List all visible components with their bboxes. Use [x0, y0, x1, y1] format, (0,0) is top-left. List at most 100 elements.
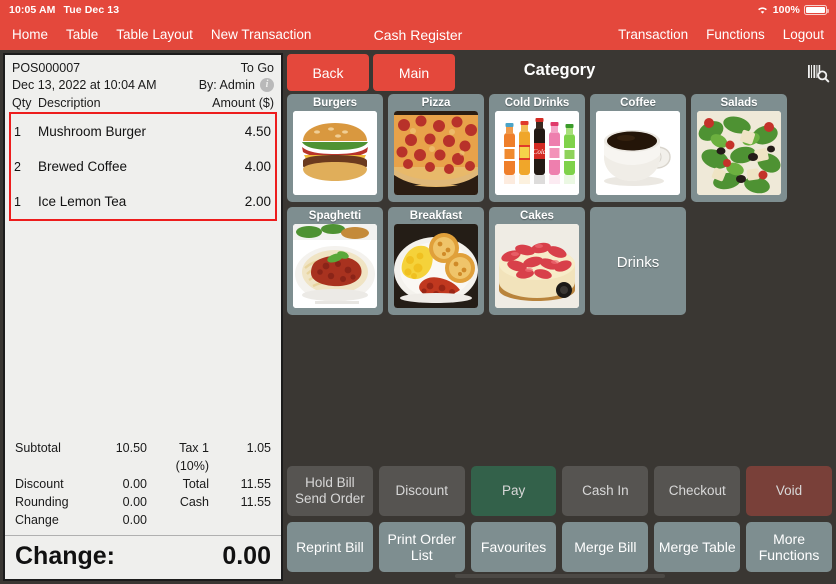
main-button[interactable]: Main: [373, 54, 455, 91]
order-id: POS000007: [12, 61, 81, 75]
item-amount: 4.00: [244, 159, 271, 174]
cold-drinks-image: Cola: [495, 111, 579, 195]
ios-status-bar: 10:05 AM Tue Dec 13 100%: [0, 0, 836, 19]
category-tile-drinks[interactable]: Drinks: [590, 207, 686, 315]
cash-in-button[interactable]: Cash In: [562, 466, 649, 516]
merge-table-button[interactable]: Merge Table: [654, 522, 741, 572]
category-tile-burgers[interactable]: Burgers: [287, 94, 383, 202]
category-tile-pizza[interactable]: Pizza: [388, 94, 484, 202]
totals-label-rounding: Rounding: [15, 495, 69, 509]
item-qty: 1: [14, 124, 21, 139]
tile-label: Breakfast: [409, 210, 463, 222]
pay-button[interactable]: Pay: [470, 466, 557, 516]
totals-label-subtotal: Subtotal: [15, 441, 61, 455]
nav-functions[interactable]: Functions: [706, 27, 765, 42]
totals-value-total: 11.55: [240, 477, 271, 491]
totals-value-change: 0.00: [122, 513, 147, 527]
receipt-header-row-order: POS000007 To Go: [12, 60, 274, 76]
change-label: Change:: [15, 542, 115, 570]
receipt-item-row[interactable]: 1 Ice Lemon Tea 2.00: [11, 184, 275, 219]
barcode-search-icon[interactable]: [806, 61, 830, 85]
totals-value-cash: 11.55: [240, 495, 271, 509]
item-description: Mushroom Burger: [38, 124, 147, 139]
more-functions-button[interactable]: More Functions: [746, 522, 832, 572]
receipt-panel: POS000007 To Go Dec 13, 2022 at 10:04 AM…: [3, 53, 283, 581]
col-header-description: Description: [38, 96, 101, 110]
totals-value-tax: 1.05: [246, 441, 271, 455]
status-time: 10:05 AM: [9, 3, 56, 16]
reprint-bill-button[interactable]: Reprint Bill: [287, 522, 373, 572]
tile-label: Coffee: [620, 97, 656, 109]
wifi-icon: [756, 5, 769, 15]
change-value: 0.00: [222, 542, 271, 570]
status-date: Tue Dec 13: [63, 3, 120, 16]
category-tile-cakes[interactable]: Cakes: [489, 207, 585, 315]
category-tile-cold-drinks[interactable]: Cold Drinks Cola: [489, 94, 585, 202]
print-order-list-button[interactable]: Print Order List: [378, 522, 465, 572]
hold-bill-send-order-button[interactable]: Hold Bill Send Order: [287, 466, 373, 516]
totals-label-total: Total: [182, 477, 209, 491]
totals-value-discount: 0.00: [122, 477, 147, 491]
info-icon[interactable]: i: [260, 78, 274, 92]
totals-label-discount: Discount: [15, 477, 64, 491]
receipt-item-row[interactable]: 1 Mushroom Burger 4.50: [11, 114, 275, 149]
checkout-button[interactable]: Checkout: [654, 466, 741, 516]
main-body: POS000007 To Go Dec 13, 2022 at 10:04 AM…: [0, 50, 836, 584]
receipt-totals: Subtotal 10.50 Tax 1 (10%) 1.05 Discount…: [5, 435, 281, 531]
order-datetime: Dec 13, 2022 at 10:04 AM: [12, 78, 157, 92]
category-tile-salads[interactable]: Salads: [691, 94, 787, 202]
category-header: Back Main Category: [283, 50, 836, 92]
salad-image: [697, 111, 781, 195]
category-panel: Back Main Category Burgers Pizza Cold Dr…: [283, 50, 836, 584]
spaghetti-image: [293, 224, 377, 308]
favourites-button[interactable]: Favourites: [470, 522, 557, 572]
tile-label: Pizza: [421, 97, 451, 109]
receipt-header: POS000007 To Go Dec 13, 2022 at 10:04 AM…: [5, 55, 281, 95]
battery-full-icon: [804, 4, 829, 15]
order-type: To Go: [240, 61, 274, 75]
col-header-amount: Amount ($): [212, 96, 274, 110]
category-tile-coffee[interactable]: Coffee: [590, 94, 686, 202]
tile-label: Spaghetti: [308, 210, 362, 222]
breakfast-image: [394, 224, 478, 308]
discount-button[interactable]: Discount: [378, 466, 465, 516]
coffee-cup-image: [596, 111, 680, 195]
app-navbar: Home Table Table Layout New Transaction …: [0, 19, 836, 50]
nav-transaction[interactable]: Transaction: [618, 27, 688, 42]
nav-table-layout[interactable]: Table Layout: [116, 27, 193, 42]
home-indicator: [454, 574, 665, 578]
merge-bill-button[interactable]: Merge Bill: [562, 522, 649, 572]
tile-label: Cakes: [520, 210, 554, 222]
void-button[interactable]: Void: [746, 466, 832, 516]
receipt-item-row[interactable]: 2 Brewed Coffee 4.00: [11, 149, 275, 184]
navbar-right: Transaction Functions Logout: [618, 27, 824, 42]
item-amount: 4.50: [244, 124, 271, 139]
totals-row: Rounding 0.00 Cash 11.55: [15, 493, 271, 511]
receipt-column-headers: Qty Description Amount ($): [5, 95, 281, 112]
burger-image: [293, 111, 377, 195]
tile-label: Salads: [720, 97, 758, 109]
nav-logout[interactable]: Logout: [783, 27, 824, 42]
cake-image: [495, 224, 579, 308]
back-button[interactable]: Back: [287, 54, 369, 91]
pos-screen: 10:05 AM Tue Dec 13 100% Home Table Tabl…: [0, 0, 836, 584]
item-amount: 2.00: [244, 194, 271, 209]
nav-table[interactable]: Table: [66, 27, 98, 42]
totals-label-tax: Tax 1 (10%): [175, 441, 209, 473]
totals-row: Discount 0.00 Total 11.55: [15, 475, 271, 493]
category-tile-breakfast[interactable]: Breakfast: [388, 207, 484, 315]
totals-value-rounding: 0.00: [122, 495, 147, 509]
action-row-primary: Hold Bill Send Order Discount Pay Cash In…: [287, 466, 832, 516]
change-footer: Change: 0.00: [5, 535, 281, 579]
totals-value-blank: [209, 511, 271, 529]
svg-text:Cola: Cola: [533, 148, 547, 156]
action-buttons: Hold Bill Send Order Discount Pay Cash In…: [283, 460, 836, 584]
tile-label: Cold Drinks: [504, 97, 570, 109]
totals-label-blank: [147, 511, 209, 529]
nav-home[interactable]: Home: [12, 27, 48, 42]
item-description: Ice Lemon Tea: [38, 194, 127, 209]
totals-label-change: Change: [15, 513, 59, 527]
item-qty: 1: [14, 194, 21, 209]
category-tile-spaghetti[interactable]: Spaghetti: [287, 207, 383, 315]
nav-new-transaction[interactable]: New Transaction: [211, 27, 312, 42]
